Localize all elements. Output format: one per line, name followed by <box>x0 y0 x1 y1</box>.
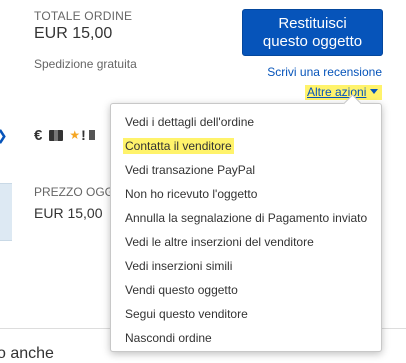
item-price-label: PREZZO OGGETTO <box>34 185 110 199</box>
return-button-line-2: questo oggetto <box>262 33 363 50</box>
message-icon <box>88 130 95 140</box>
more-actions-menu: Vedi i dettagli dell'ordine Contatta il … <box>110 103 382 352</box>
return-button-line-1: Restituisci <box>278 15 347 32</box>
caret-down-icon <box>370 89 379 94</box>
menu-item-hide-order[interactable]: Nascondi ordine <box>111 326 381 350</box>
return-item-button[interactable]: Restituisci questo oggetto <box>242 9 383 56</box>
alert-exclamation-icon: ! <box>81 127 86 143</box>
menu-item-seller-other-listings[interactable]: Vedi le altre inserzioni del venditore <box>111 230 381 254</box>
feedback-star-icon: ★ <box>69 128 81 142</box>
menu-item-similar-listings[interactable]: Vedi inserzioni simili <box>111 254 381 278</box>
order-total-label: TOTALE ORDINE <box>34 9 133 23</box>
order-total-value: EUR 15,00 <box>34 25 113 42</box>
cropped-panel <box>0 183 12 241</box>
more-actions-toggle[interactable]: Altre azioni <box>305 85 383 100</box>
menu-item-cancel-payment-sent[interactable]: Annulla la segnalazione di Pagamento inv… <box>111 206 381 230</box>
menu-list: Vedi i dettagli dell'ordine Contatta il … <box>111 104 381 350</box>
menu-item-paypal-transaction[interactable]: Vedi transazione PayPal <box>111 158 381 182</box>
item-price-value: EUR 15,00 <box>34 205 103 221</box>
menu-item-follow-seller[interactable]: Segui questo venditore <box>111 302 381 326</box>
shipping-info: Spedizione gratuita <box>34 57 137 71</box>
shipping-box-icon <box>49 129 64 141</box>
section-heading: o anche <box>0 345 54 362</box>
cropped-link-icon: ❯ <box>0 127 8 144</box>
status-icon-row: € ★ ! <box>34 126 95 144</box>
menu-item-order-details[interactable]: Vedi i dettagli dell'ordine <box>111 110 381 134</box>
more-actions-label: Altre azioni <box>307 85 367 99</box>
menu-item-sell-this-item[interactable]: Vendi questo oggetto <box>111 278 381 302</box>
payment-euro-icon: € <box>34 126 43 144</box>
write-review-link[interactable]: Scrivi una recensione <box>267 65 382 79</box>
menu-item-contact-seller[interactable]: Contatta il venditore <box>111 134 381 158</box>
menu-item-item-not-received[interactable]: Non ho ricevuto l'oggetto <box>111 182 381 206</box>
